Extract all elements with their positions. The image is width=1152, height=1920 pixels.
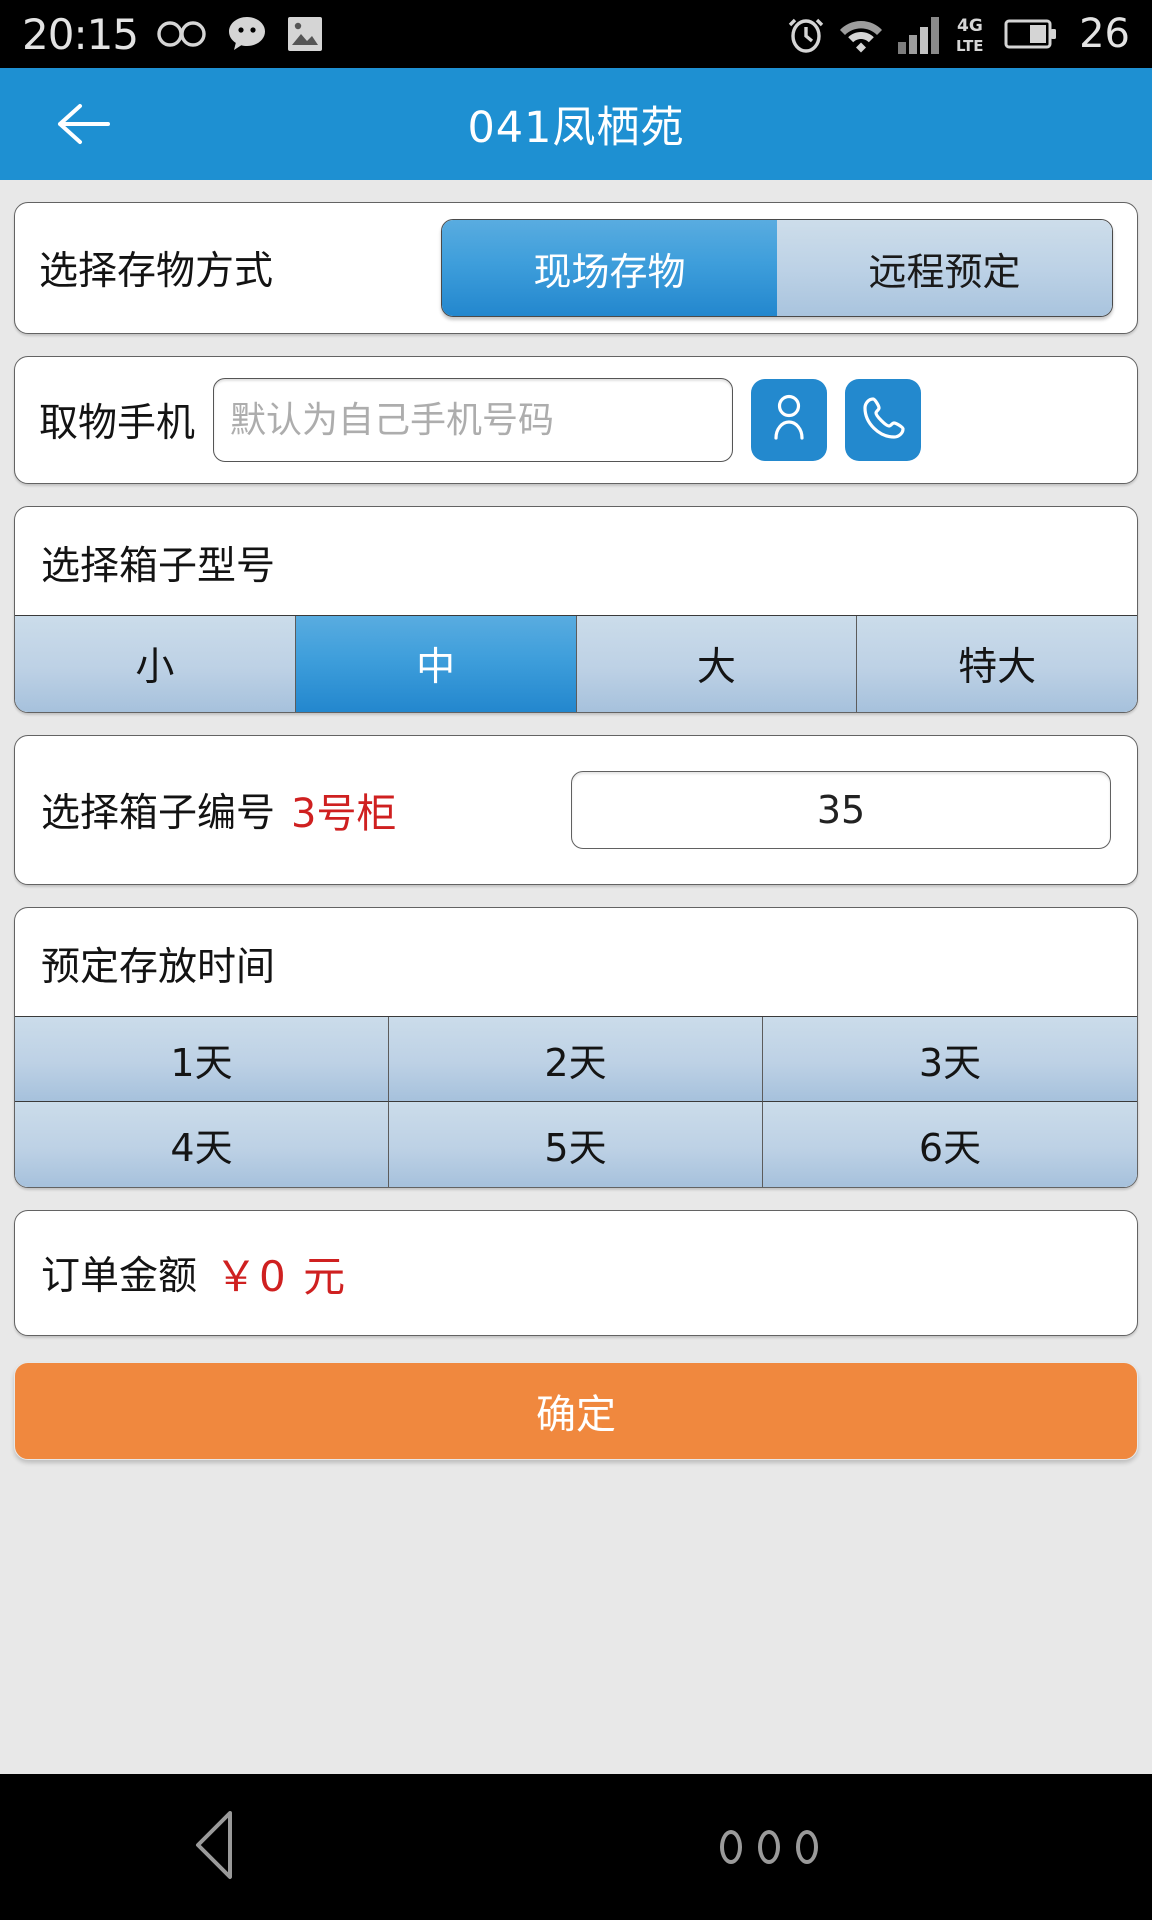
box-number-row: 选择箱子编号 3号柜 35 [15, 736, 1137, 884]
storage-method-row: 选择存物方式 现场存物 远程预定 [15, 203, 1137, 333]
status-bar-left: 20:15 [22, 10, 324, 59]
duration-option-4-days[interactable]: 4天 [15, 1102, 389, 1187]
chat-bubble-icon [226, 14, 268, 54]
cabinet-name: 3号柜 [291, 791, 397, 837]
box-number-value[interactable]: 35 [571, 771, 1111, 849]
dial-phone-button[interactable] [845, 379, 922, 461]
lte-icon: 4G LTE [955, 12, 991, 56]
confirm-button[interactable]: 确定 [14, 1362, 1138, 1460]
storage-duration-title: 预定存放时间 [41, 945, 276, 990]
back-arrow-icon[interactable] [52, 98, 114, 150]
page-title: 041凤栖苑 [467, 103, 685, 153]
infinity-icon [156, 17, 208, 51]
box-number-card: 选择箱子编号 3号柜 35 [14, 735, 1138, 885]
order-amount-value: ￥0 元 [215, 1251, 348, 1301]
alarm-clock-icon [786, 12, 826, 56]
box-size-title: 选择箱子型号 [41, 544, 276, 589]
nav-dot [720, 1830, 742, 1864]
segment-onsite-storage[interactable]: 现场存物 [442, 220, 777, 316]
nav-dot [796, 1830, 818, 1864]
box-size-option-extra-large[interactable]: 特大 [857, 616, 1137, 712]
order-amount-label: 订单金额 [41, 1254, 198, 1299]
pickup-phone-input[interactable] [213, 378, 734, 462]
status-bar: 20:15 4G LTE 26 [0, 0, 1152, 68]
battery-icon [1004, 14, 1058, 54]
order-amount-row: 订单金额 ￥0 元 [15, 1211, 1137, 1335]
phone-handset-icon [860, 394, 906, 446]
duration-option-1-day[interactable]: 1天 [15, 1017, 389, 1102]
nav-three-dots-icon[interactable] [720, 1830, 818, 1864]
android-nav-bar [0, 1774, 1152, 1920]
nav-back-triangle-icon[interactable] [190, 1807, 248, 1887]
status-time: 20:15 [22, 9, 139, 59]
nav-dot [758, 1830, 780, 1864]
svg-text:LTE: LTE [956, 37, 984, 55]
svg-text:4G: 4G [957, 16, 983, 36]
wifi-icon [839, 13, 883, 55]
box-size-option-medium[interactable]: 中 [295, 616, 577, 712]
signal-bars-icon [896, 12, 942, 56]
phone-screen: 20:15 4G LTE 26 041凤栖苑 选择存物方式 现场存物 远程预定 … [0, 0, 1152, 1920]
storage-duration-options: 1天 2天 3天 4天 5天 6天 [15, 1016, 1137, 1187]
page-content: 选择存物方式 现场存物 远程预定 取物手机 默认为自己手机号码 选择箱子型号 小… [0, 202, 1152, 1336]
contact-picker-button[interactable] [751, 379, 828, 461]
box-size-option-large[interactable]: 大 [576, 616, 858, 712]
duration-option-2-days[interactable]: 2天 [389, 1017, 763, 1102]
pickup-phone-card: 取物手机 [14, 356, 1138, 484]
storage-duration-card: 预定存放时间 1天 2天 3天 4天 5天 6天 [14, 907, 1138, 1188]
box-size-card: 选择箱子型号 小 中 大 特大 [14, 506, 1138, 713]
battery-percent: 26 [1079, 11, 1130, 57]
box-size-option-small[interactable]: 小 [15, 616, 296, 712]
duration-option-5-days[interactable]: 5天 [389, 1102, 763, 1187]
segment-remote-reservation[interactable]: 远程预定 [777, 220, 1112, 316]
image-icon [286, 14, 324, 54]
storage-method-card: 选择存物方式 现场存物 远程预定 [14, 202, 1138, 334]
pickup-phone-row: 取物手机 [15, 357, 1137, 483]
order-amount-card: 订单金额 ￥0 元 [14, 1210, 1138, 1336]
duration-option-6-days[interactable]: 6天 [763, 1102, 1137, 1187]
status-bar-right: 4G LTE 26 [786, 11, 1130, 57]
title-bar: 041凤栖苑 [0, 68, 1152, 180]
box-number-label: 选择箱子编号 [41, 791, 276, 836]
contact-person-icon [767, 392, 811, 448]
duration-option-3-days[interactable]: 3天 [763, 1017, 1137, 1102]
box-size-options: 小 中 大 特大 [15, 615, 1137, 712]
pickup-phone-label: 取物手机 [39, 401, 196, 446]
storage-method-label: 选择存物方式 [39, 249, 274, 294]
storage-method-segmented-control[interactable]: 现场存物 远程预定 [441, 219, 1113, 317]
